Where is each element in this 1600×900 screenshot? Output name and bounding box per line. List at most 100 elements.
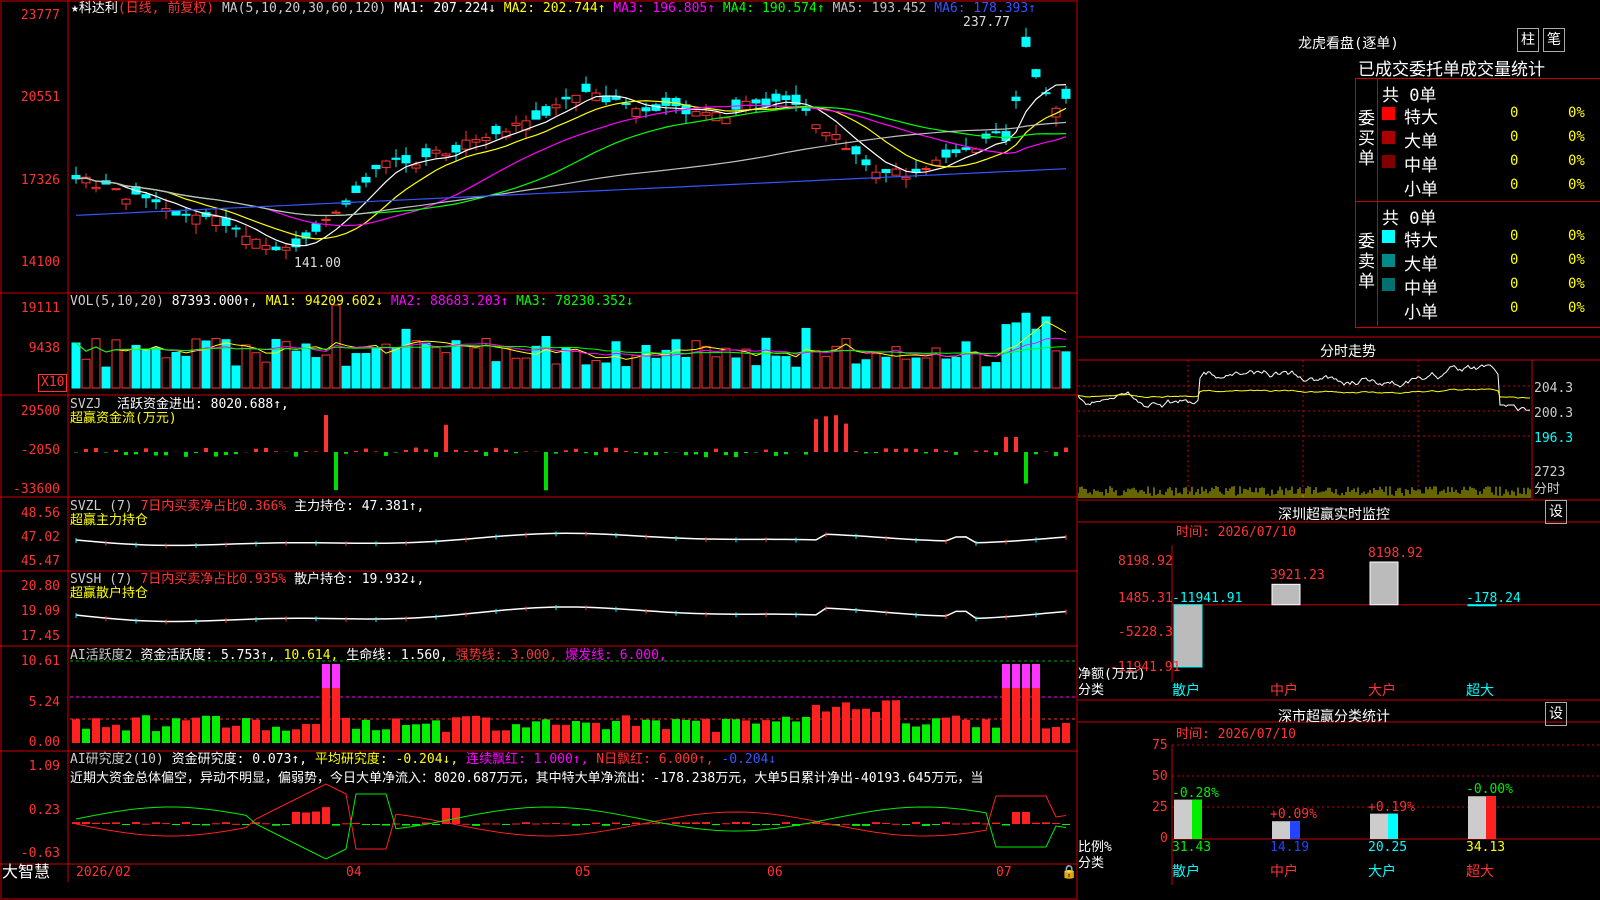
activity-bar bbox=[342, 717, 350, 743]
candle-body bbox=[431, 149, 441, 154]
activity-bar bbox=[742, 720, 750, 743]
candle-body bbox=[801, 107, 811, 111]
volume-bar bbox=[501, 347, 511, 389]
flow-bar bbox=[324, 415, 328, 452]
research-bar bbox=[562, 823, 570, 825]
volume-bar bbox=[741, 348, 751, 389]
activity-bar bbox=[532, 721, 540, 743]
research-bar bbox=[262, 823, 270, 825]
research-bar bbox=[332, 824, 340, 826]
flow-bar bbox=[874, 452, 878, 454]
research-bar bbox=[992, 822, 1000, 824]
volume-bar bbox=[121, 348, 131, 389]
candle-body bbox=[461, 139, 471, 150]
ai2-avg: 平均研究度: -0.204↓, bbox=[314, 752, 459, 767]
research-bar bbox=[492, 823, 500, 825]
zl-axis-1: 48.56 bbox=[20, 506, 60, 521]
vol-value: 87393.000↑ bbox=[171, 294, 251, 309]
activity-bar bbox=[92, 718, 100, 743]
flow-bar bbox=[634, 452, 638, 454]
retail-position-line bbox=[75, 605, 1067, 625]
activity-bar bbox=[662, 729, 670, 743]
research-bar bbox=[632, 822, 640, 824]
monitor-category-label: 散户 bbox=[1172, 683, 1200, 699]
classify-delta-label: -0.28% bbox=[1172, 785, 1219, 801]
research-bar bbox=[222, 822, 230, 824]
activity-bar bbox=[692, 720, 700, 743]
flow-bar bbox=[724, 452, 728, 456]
activity-bar bbox=[332, 688, 340, 743]
classify-category-label: 超大 bbox=[1466, 864, 1494, 880]
activity-bar bbox=[962, 719, 970, 743]
research-bar bbox=[402, 824, 410, 826]
flow-bar bbox=[904, 448, 908, 452]
candle-body bbox=[841, 148, 851, 151]
candle-body bbox=[631, 108, 641, 117]
candle-body bbox=[331, 211, 341, 214]
activity-bar bbox=[502, 730, 510, 743]
candle-body bbox=[1061, 88, 1071, 99]
activity-bar bbox=[172, 718, 180, 743]
research-bar bbox=[862, 824, 870, 826]
volume-bar bbox=[591, 360, 601, 389]
candle-body bbox=[571, 94, 581, 103]
flow-bar bbox=[314, 451, 318, 452]
classify-bar-accent bbox=[1486, 796, 1496, 839]
vol-legend: MA1: 94209.602↓ MA2: 88683.203↑ MA3: 782… bbox=[266, 294, 634, 309]
volume-bar bbox=[691, 340, 701, 389]
research-bar bbox=[232, 823, 240, 825]
research-bar bbox=[272, 824, 280, 826]
research-bar bbox=[582, 824, 590, 825]
activity-bar bbox=[562, 724, 570, 743]
ma-legend-6: MA6: 178.393↑ bbox=[926, 1, 1036, 16]
activity-bar bbox=[182, 720, 190, 743]
sh-axis-2: 19.09 bbox=[20, 604, 60, 619]
activity-bars bbox=[70, 660, 1076, 743]
monitor-title: 深圳超赢实时监控 bbox=[1278, 507, 1390, 523]
candle-body bbox=[231, 227, 241, 230]
monitor-value-label: -11941.91 bbox=[1172, 590, 1243, 606]
classify-value-label: 14.19 bbox=[1270, 840, 1310, 855]
flow-bar bbox=[1034, 452, 1038, 455]
flow-bar bbox=[124, 452, 128, 456]
flow-bar bbox=[484, 452, 488, 457]
intraday-axis-2: 200.3 bbox=[1534, 406, 1574, 421]
research-bar bbox=[152, 822, 160, 824]
research-bar bbox=[292, 811, 300, 824]
monitor-bar bbox=[1271, 583, 1301, 606]
research-bar bbox=[342, 823, 350, 825]
activity-bar bbox=[1052, 726, 1060, 743]
ma-header: ★科达利(日线, 前复权) MA(5,10,20,30,60,120) MA1:… bbox=[71, 1, 1036, 17]
activity-bar bbox=[652, 720, 660, 743]
volume-bar bbox=[371, 348, 381, 389]
volume-bar bbox=[401, 328, 411, 389]
flow-bar bbox=[294, 452, 298, 457]
flow-bar bbox=[404, 449, 408, 452]
volume-bar bbox=[791, 366, 801, 389]
research-bar bbox=[92, 822, 100, 824]
activity-bar bbox=[772, 721, 780, 743]
flow-bar bbox=[384, 452, 388, 456]
classify-settings-button[interactable]: 设 bbox=[1545, 702, 1567, 726]
volume-bar bbox=[151, 347, 161, 389]
ma-params: MA(5,10,20,30,60,120) bbox=[221, 1, 387, 16]
activity-bar bbox=[352, 728, 360, 743]
volume-bar bbox=[451, 340, 461, 389]
research-bar bbox=[282, 824, 290, 825]
volume-bar bbox=[321, 354, 331, 389]
flow-bar bbox=[894, 448, 898, 452]
activity-bar bbox=[462, 716, 470, 743]
activity-bar bbox=[862, 708, 870, 743]
activity-bar bbox=[112, 724, 120, 743]
volume-bar bbox=[291, 350, 301, 389]
flow-bar bbox=[194, 452, 198, 454]
research-bar bbox=[1052, 823, 1060, 825]
activity-bar bbox=[612, 720, 620, 743]
monitor-settings-button[interactable]: 设 bbox=[1545, 500, 1567, 524]
favorite-star-icon[interactable]: ★ bbox=[71, 1, 79, 16]
vol-legend-2: MA2: 88683.203↑ bbox=[383, 294, 509, 309]
flow-bar bbox=[694, 452, 698, 455]
lock-icon[interactable]: 🔒 bbox=[1061, 865, 1077, 881]
volume-bar bbox=[101, 366, 111, 389]
ai1-title: AI活跃度2 bbox=[70, 648, 133, 663]
